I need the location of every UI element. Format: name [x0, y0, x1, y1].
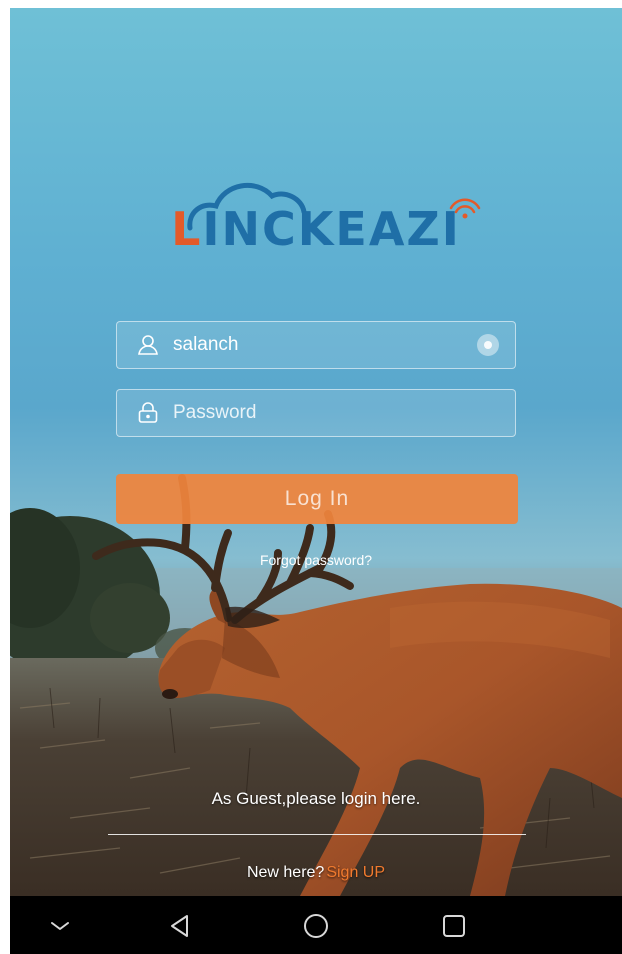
background-scene [10, 474, 622, 896]
username-field[interactable] [116, 321, 516, 369]
clear-icon[interactable] [477, 334, 499, 356]
signup-link[interactable]: Sign UP [326, 864, 385, 881]
brand-logo: LINCKEAZI [10, 206, 622, 252]
divider [108, 834, 526, 835]
password-input[interactable] [173, 393, 515, 433]
phone-frame: LINCKEAZI Log In Forgot password? As Gue… [10, 8, 622, 954]
username-input[interactable] [173, 325, 477, 365]
logo-letter-l: L [171, 202, 203, 256]
chevron-down-icon [51, 922, 69, 930]
nav-recents-button[interactable] [434, 906, 474, 946]
back-triangle-icon [171, 915, 188, 937]
password-field[interactable] [116, 389, 516, 437]
login-button[interactable]: Log In [116, 474, 518, 524]
recents-square-icon [443, 915, 465, 937]
user-icon [138, 335, 158, 355]
signup-row: New here? Sign UP [10, 864, 622, 882]
home-circle-icon [304, 914, 328, 938]
system-nav-bar [10, 896, 622, 954]
forgot-password-link[interactable]: Forgot password? [10, 552, 622, 568]
signup-prompt: New here? [246, 864, 325, 881]
nav-collapse-button[interactable] [40, 906, 80, 946]
guest-login-link[interactable]: As Guest,please login here. [10, 789, 622, 809]
nav-home-button[interactable] [296, 906, 336, 946]
login-screen: LINCKEAZI Log In Forgot password? As Gue… [10, 8, 622, 896]
lock-icon [138, 402, 158, 423]
nav-back-button[interactable] [160, 906, 200, 946]
logo-wordmark: INCKEAZI [202, 202, 461, 256]
